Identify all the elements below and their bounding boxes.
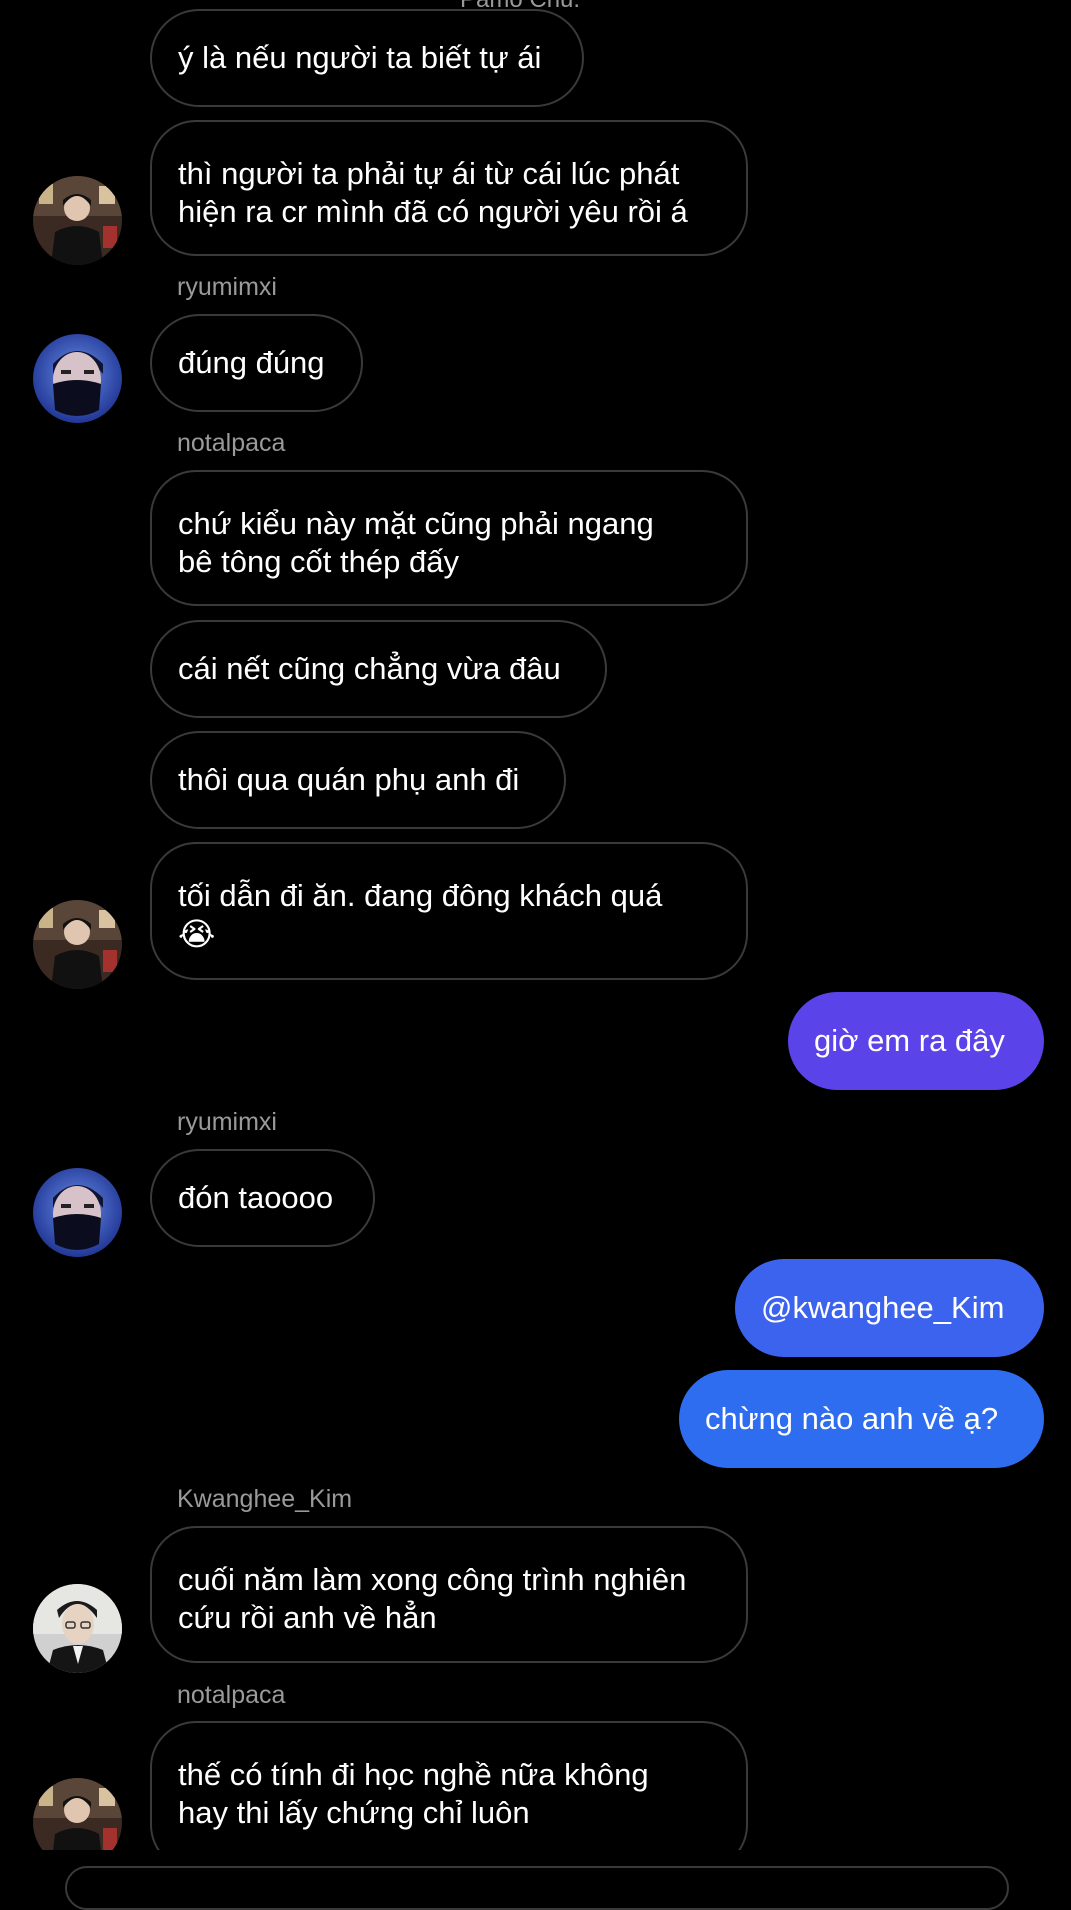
avatar-notalpaca[interactable] [33,1778,122,1850]
avatar-notalpaca[interactable] [33,176,122,265]
message-text: giờ em ra đây [814,1023,1005,1058]
masked-person-photo-icon [33,334,122,423]
message-text: ý là nếu người ta biết tự ái [178,40,542,75]
message-text: đón taoooo [178,1180,334,1215]
message-text: tối dẫn đi ăn. đang đông khách quá [178,878,663,913]
sender-name: ryumimxi [177,273,277,301]
outgoing-message-bubble[interactable]: giờ em ra đây [788,992,1044,1090]
outgoing-message-bubble[interactable]: chừng nào anh về ạ? [679,1370,1044,1468]
message-bubble[interactable]: đúng đúng [150,314,363,412]
message-bubble[interactable]: cuối năm làm xong công trình nghiên cứu … [150,1526,748,1663]
avatar-kwanghee[interactable] [33,1584,122,1673]
avatar-ryumimxi[interactable] [33,334,122,423]
sender-name: ryumimxi [177,1108,277,1136]
loudly-crying-emoji: 😭 [178,916,216,952]
person-photo-icon [33,1778,122,1850]
message-bubble[interactable]: thế có tính đi học nghề nữa không hay th… [150,1721,748,1850]
message-text: chứ kiểu này mặt cũng phải ngang bê tông… [178,506,654,579]
message-bubble[interactable]: chứ kiểu này mặt cũng phải ngang bê tông… [150,470,748,606]
sender-name: notalpaca [177,429,286,457]
person-photo-icon [33,1584,122,1673]
outgoing-message-bubble[interactable]: @kwanghee_Kim [735,1259,1044,1357]
sender-name: Kwanghee_Kim [177,1485,353,1513]
message-text: cái nết cũng chẳng vừa đâu [178,651,561,686]
message-text: @kwanghee_Kim [761,1290,1005,1325]
message-bubble[interactable]: ý là nếu người ta biết tự ái [150,9,584,107]
person-photo-icon [33,176,122,265]
message-bubble[interactable]: đón taoooo [150,1149,375,1247]
message-thread[interactable]: Pamo Chu. ý là nếu người ta biết tự ái t… [0,0,1071,1850]
message-bubble[interactable]: thì người ta phải tự ái từ cái lúc phát … [150,120,748,256]
message-composer[interactable] [65,1866,1009,1910]
message-text: đúng đúng [178,345,325,380]
message-text: thôi qua quán phụ anh đi [178,762,520,797]
message-text: thế có tính đi học nghề nữa không hay th… [178,1757,649,1830]
message-text: chừng nào anh về ạ? [705,1401,999,1436]
message-bubble[interactable]: tối dẫn đi ăn. đang đông khách quá 😭 [150,842,748,980]
message-text: cuối năm làm xong công trình nghiên cứu … [178,1562,687,1635]
message-bubble[interactable]: cái nết cũng chẳng vừa đâu [150,620,607,718]
person-photo-icon [33,900,122,989]
avatar-notalpaca[interactable] [33,900,122,989]
sender-name: notalpaca [177,1681,286,1709]
message-bubble[interactable]: thôi qua quán phụ anh đi [150,731,566,829]
masked-person-photo-icon [33,1168,122,1257]
avatar-ryumimxi[interactable] [33,1168,122,1257]
message-text: thì người ta phải tự ái từ cái lúc phát … [178,156,688,229]
